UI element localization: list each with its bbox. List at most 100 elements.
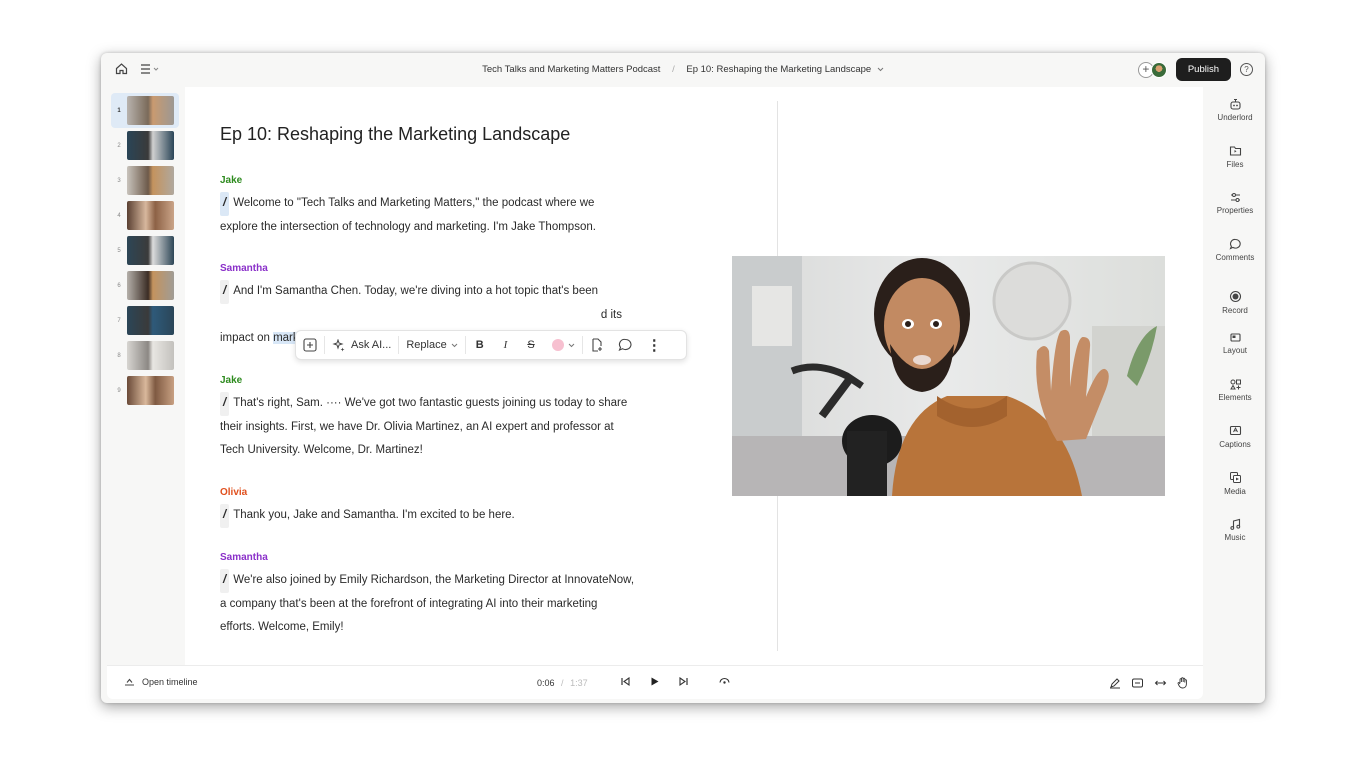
italic-button[interactable]: I (494, 331, 518, 359)
scene-number: 2 (117, 142, 121, 149)
scene-image (127, 306, 174, 335)
help-icon[interactable]: ? (1240, 63, 1253, 76)
scene-marker[interactable]: / (220, 280, 230, 304)
transcript-line: Welcome to "Tech Talks and Marketing Mat… (233, 197, 595, 209)
edit-icon[interactable] (1109, 676, 1121, 689)
play-icon[interactable] (649, 676, 660, 687)
sidebar-item-captions[interactable]: Captions (1205, 424, 1265, 471)
caption-toggle-icon[interactable] (1131, 676, 1144, 689)
breadcrumb: Tech Talks and Marketing Matters Podcast… (101, 64, 1265, 75)
scene-thumbnail[interactable]: 1 (111, 93, 179, 128)
music-icon (1229, 517, 1242, 531)
scene-image (127, 166, 174, 195)
add-scene-button[interactable] (583, 331, 611, 359)
scene-image (127, 236, 174, 265)
transcript-line: d its (600, 308, 622, 321)
scene-number: 8 (117, 352, 121, 359)
open-timeline-label: Open timeline (142, 677, 198, 687)
speaker-label[interactable]: Samantha (220, 263, 268, 274)
scene-thumbnail[interactable]: 5 (111, 233, 179, 268)
sidebar-item-layout[interactable]: Layout (1205, 330, 1265, 377)
chevron-down-icon (451, 343, 458, 348)
sidebar-item-underlord[interactable]: Underlord (1205, 97, 1265, 144)
breadcrumb-episode[interactable]: Ep 10: Reshaping the Marketing Landscape (686, 64, 871, 75)
transcript-line: Thank you, Jake and Samantha. I'm excite… (233, 509, 515, 521)
scene-number: 5 (117, 247, 121, 254)
scene-image (127, 131, 174, 160)
video-frame (732, 256, 1165, 496)
loop-icon[interactable] (718, 676, 731, 687)
replace-dropdown[interactable]: Replace (399, 331, 464, 359)
scene-marker[interactable]: / (220, 392, 230, 416)
speaker-label[interactable]: Jake (220, 175, 242, 186)
sliders-icon (1229, 190, 1242, 204)
scene-number: 9 (117, 387, 121, 394)
scene-marker[interactable]: / (220, 569, 230, 593)
sidebar-item-files[interactable]: Files (1205, 144, 1265, 191)
right-sidebar: Underlord Files Properties Comments Reco… (1205, 97, 1265, 564)
speaker-label[interactable]: Olivia (220, 487, 247, 498)
scene-thumbnail[interactable]: 7 (111, 303, 179, 338)
sidebar-item-label: Properties (1216, 206, 1254, 216)
transcript-line: their insights. First, we have Dr. Olivi… (220, 420, 614, 433)
skip-back-icon[interactable] (620, 676, 631, 687)
total-time: 1:37 (570, 678, 588, 688)
fit-width-icon[interactable] (1154, 676, 1167, 689)
sidebar-item-label: Files (1226, 159, 1244, 169)
timeline-icon (124, 677, 135, 687)
transcript-line: a company that's been at the forefront o… (220, 597, 598, 610)
sidebar-item-music[interactable]: Music (1205, 517, 1265, 564)
publish-button[interactable]: Publish (1175, 58, 1231, 81)
sidebar-item-media[interactable]: Media (1205, 471, 1265, 518)
transcript-paragraph[interactable]: / That's right, Sam. ···· We've got two f… (220, 392, 670, 463)
skip-forward-icon[interactable] (678, 676, 689, 687)
hand-icon[interactable] (1177, 676, 1189, 689)
avatar[interactable] (1150, 61, 1167, 78)
scene-thumbnail[interactable]: 9 (111, 373, 179, 408)
chevron-down-icon[interactable] (877, 64, 884, 75)
sidebar-item-properties[interactable]: Properties (1205, 190, 1265, 237)
transcript-paragraph[interactable]: / Thank you, Jake and Samantha. I'm excit… (220, 504, 670, 528)
open-timeline-button[interactable]: Open timeline (124, 677, 198, 687)
scene-thumbnail[interactable]: 6 (111, 268, 179, 303)
scene-marker[interactable]: / (220, 192, 230, 216)
transcript-paragraph[interactable]: / Welcome to "Tech Talks and Marketing Ma… (220, 192, 670, 239)
scene-image (127, 341, 174, 370)
scene-thumbnail[interactable]: 4 (111, 198, 179, 233)
sidebar-item-label: Record (1222, 305, 1248, 315)
sidebar-item-record[interactable]: Record (1205, 284, 1265, 331)
app-window: Tech Talks and Marketing Matters Podcast… (101, 53, 1265, 703)
scene-marker[interactable]: / (220, 504, 230, 528)
comment-icon (1228, 237, 1242, 251)
speaker-label[interactable]: Jake (220, 375, 242, 386)
scene-thumbnail[interactable]: 3 (111, 163, 179, 198)
comment-button[interactable] (611, 331, 640, 359)
strikethrough-button[interactable]: S (517, 331, 544, 359)
transcript-paragraph[interactable]: / We're also joined by Emily Richardson, … (220, 569, 670, 640)
format-toolbar: Ask AI... Replace B I S ⋮ (295, 330, 687, 360)
video-preview[interactable] (732, 256, 1165, 496)
speaker-label[interactable]: Samantha (220, 552, 268, 563)
robot-icon (1229, 97, 1242, 111)
current-time: 0:06 (537, 678, 555, 688)
insert-button[interactable] (296, 331, 324, 359)
scene-thumbnail[interactable]: 8 (111, 338, 179, 373)
breadcrumb-project[interactable]: Tech Talks and Marketing Matters Podcast (482, 64, 660, 75)
captions-icon (1229, 424, 1242, 438)
playback-bar: Open timeline 0:06 / 1:37 (107, 665, 1203, 699)
collaborators[interactable]: + (1137, 61, 1167, 78)
transcript-line: efforts. Welcome, Emily! (220, 621, 344, 633)
page-title[interactable]: Ep 10: Reshaping the Marketing Landscape (220, 124, 570, 145)
scene-thumbnail[interactable]: 2 (111, 128, 179, 163)
scene-number: 3 (117, 177, 121, 184)
transcript-line: That's right, Sam. ···· We've got two fa… (233, 397, 628, 409)
replace-label: Replace (406, 339, 447, 351)
highlight-color-button[interactable] (545, 331, 582, 359)
sidebar-item-comments[interactable]: Comments (1205, 237, 1265, 284)
scene-number: 4 (117, 212, 121, 219)
bold-button[interactable]: B (466, 331, 494, 359)
more-options-button[interactable]: ⋮ (640, 331, 669, 359)
ask-ai-button[interactable]: Ask AI... (325, 331, 398, 359)
transcript-line: And I'm Samantha Chen. Today, we're divi… (233, 285, 599, 297)
sidebar-item-elements[interactable]: Elements (1205, 377, 1265, 424)
